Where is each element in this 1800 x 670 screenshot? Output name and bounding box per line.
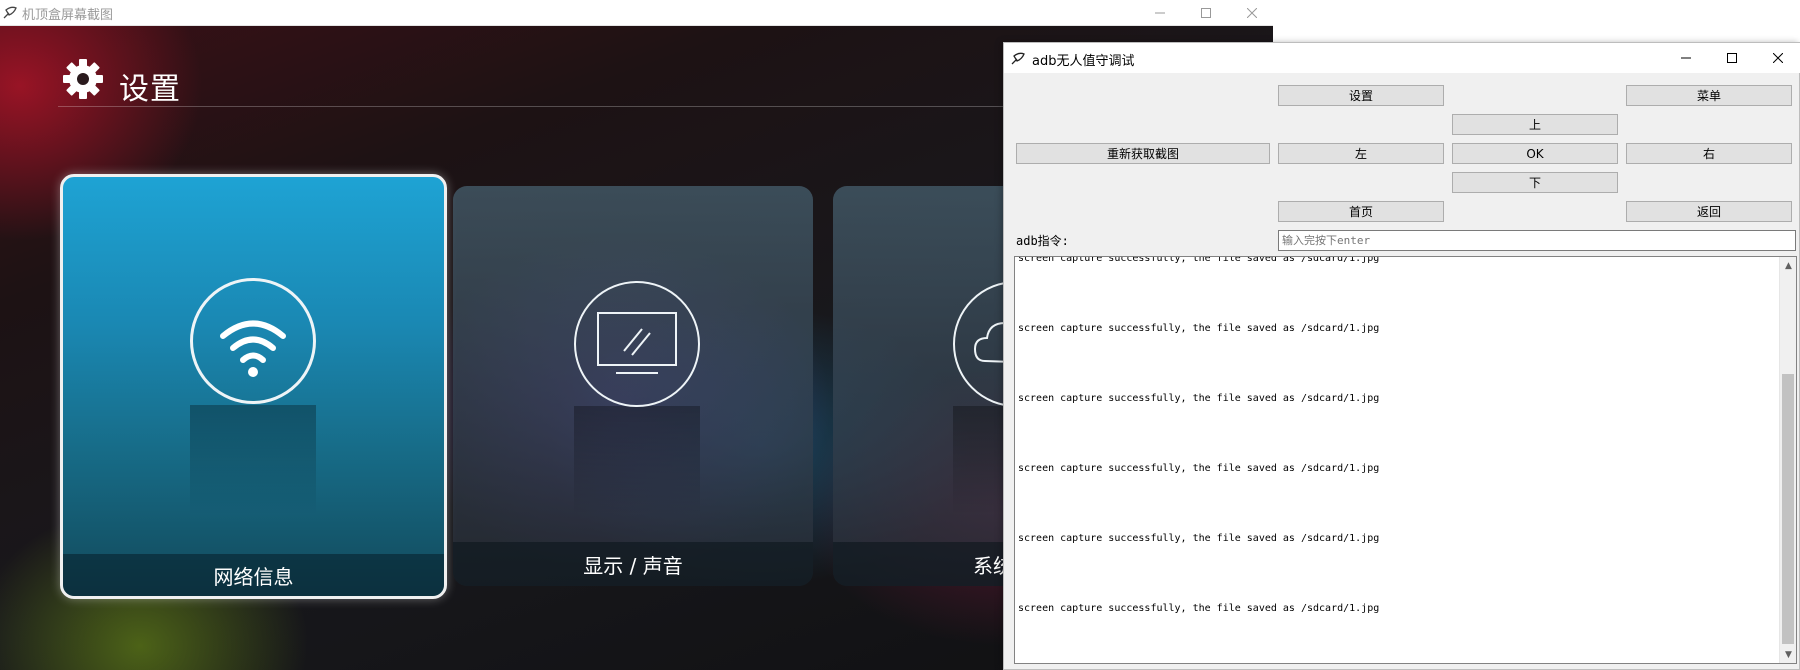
feather-app-icon: [1011, 52, 1025, 65]
log-scrollbar[interactable]: ▲ ▼: [1779, 257, 1796, 663]
gear-icon: [63, 59, 103, 99]
card-display-sound[interactable]: 显示 / 声音: [453, 186, 813, 586]
adb-command-label: adb指令:: [1016, 234, 1069, 248]
card-network-info[interactable]: 网络信息: [60, 174, 447, 599]
left-button[interactable]: 左: [1278, 143, 1444, 164]
right-button[interactable]: 右: [1626, 143, 1792, 164]
log-line: screen capture successfully, the file sa…: [1018, 393, 1380, 404]
ok-button[interactable]: OK: [1452, 143, 1618, 164]
maximize-button[interactable]: [1183, 0, 1229, 26]
close-button[interactable]: [1755, 43, 1800, 73]
wifi-icon-circle: [190, 278, 316, 404]
log-line: screen capture successfully, the file sa…: [1018, 256, 1380, 264]
card-label: 网络信息: [63, 554, 444, 596]
up-button[interactable]: 上: [1452, 114, 1618, 135]
maximize-button[interactable]: [1709, 43, 1755, 73]
stb-window-titlebar[interactable]: 机顶盒屏幕截图: [0, 0, 1273, 26]
menu-button[interactable]: 菜单: [1626, 85, 1792, 106]
refresh-screenshot-button[interactable]: 重新获取截图: [1016, 143, 1270, 164]
home-button[interactable]: 首页: [1278, 201, 1444, 222]
scroll-down-arrow-icon[interactable]: ▼: [1780, 646, 1796, 663]
settings-button[interactable]: 设置: [1278, 85, 1444, 106]
minimize-icon: [1681, 57, 1691, 59]
card-label: 显示 / 声音: [453, 542, 813, 586]
icon-reflection: [190, 405, 316, 515]
minimize-button[interactable]: [1137, 0, 1183, 26]
maximize-icon: [1727, 53, 1737, 63]
down-button[interactable]: 下: [1452, 172, 1618, 193]
adb-window-title: adb无人值守调试: [1032, 54, 1135, 69]
log-line: screen capture successfully, the file sa…: [1018, 603, 1380, 614]
back-button[interactable]: 返回: [1626, 201, 1792, 222]
minimize-button[interactable]: [1663, 43, 1709, 73]
close-button[interactable]: [1229, 0, 1275, 26]
maximize-icon: [1201, 8, 1211, 18]
adb-command-input[interactable]: [1278, 230, 1796, 251]
display-icon-circle: [574, 281, 700, 407]
close-icon: [1247, 8, 1257, 18]
display-icon: [597, 312, 677, 374]
wifi-icon: [220, 320, 286, 377]
settings-title: 设置: [119, 72, 181, 107]
icon-reflection: [574, 406, 700, 516]
scroll-thumb[interactable]: [1782, 374, 1794, 644]
log-line: screen capture successfully, the file sa…: [1018, 533, 1380, 544]
adb-window-titlebar[interactable]: adb无人值守调试: [1004, 43, 1800, 73]
close-icon: [1773, 53, 1783, 63]
minimize-icon: [1155, 12, 1165, 14]
log-line: screen capture successfully, the file sa…: [1018, 323, 1380, 334]
log-output[interactable]: screen capture successfully, the file sa…: [1014, 256, 1797, 664]
feather-app-icon: [3, 6, 17, 19]
stb-window-title: 机顶盒屏幕截图: [22, 8, 114, 23]
scroll-up-arrow-icon[interactable]: ▲: [1780, 257, 1796, 274]
log-line: screen capture successfully, the file sa…: [1018, 463, 1380, 474]
adb-debug-window: adb无人值守调试 设置 菜单 上 重新获取截图 左 OK 右 下 首页 返回 …: [1003, 42, 1800, 670]
